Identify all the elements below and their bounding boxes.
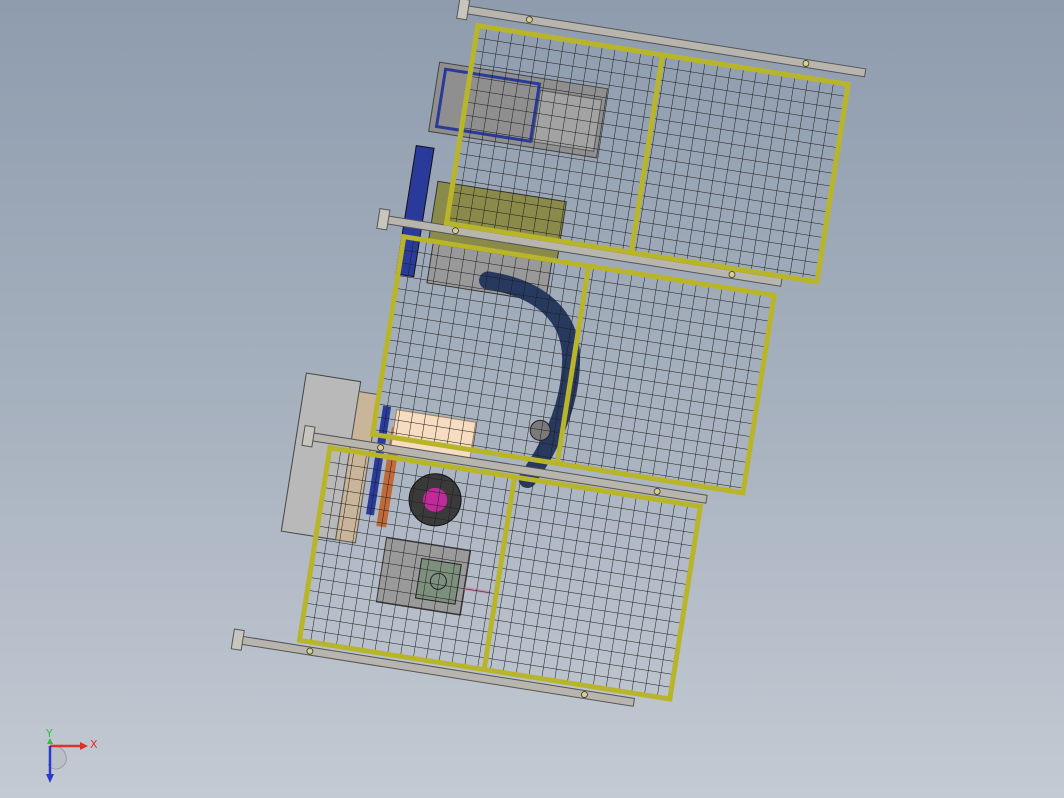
robot-cell-model[interactable] [0,0,1064,798]
coordinate-triad: X Y [45,728,98,783]
x-axis-label: X [90,738,98,751]
z-axis-arrow-icon [46,774,54,783]
x-axis-arrow-icon [80,742,88,750]
y-axis-label: Y [45,728,53,740]
cad-viewport[interactable]: X Y [0,0,1064,798]
